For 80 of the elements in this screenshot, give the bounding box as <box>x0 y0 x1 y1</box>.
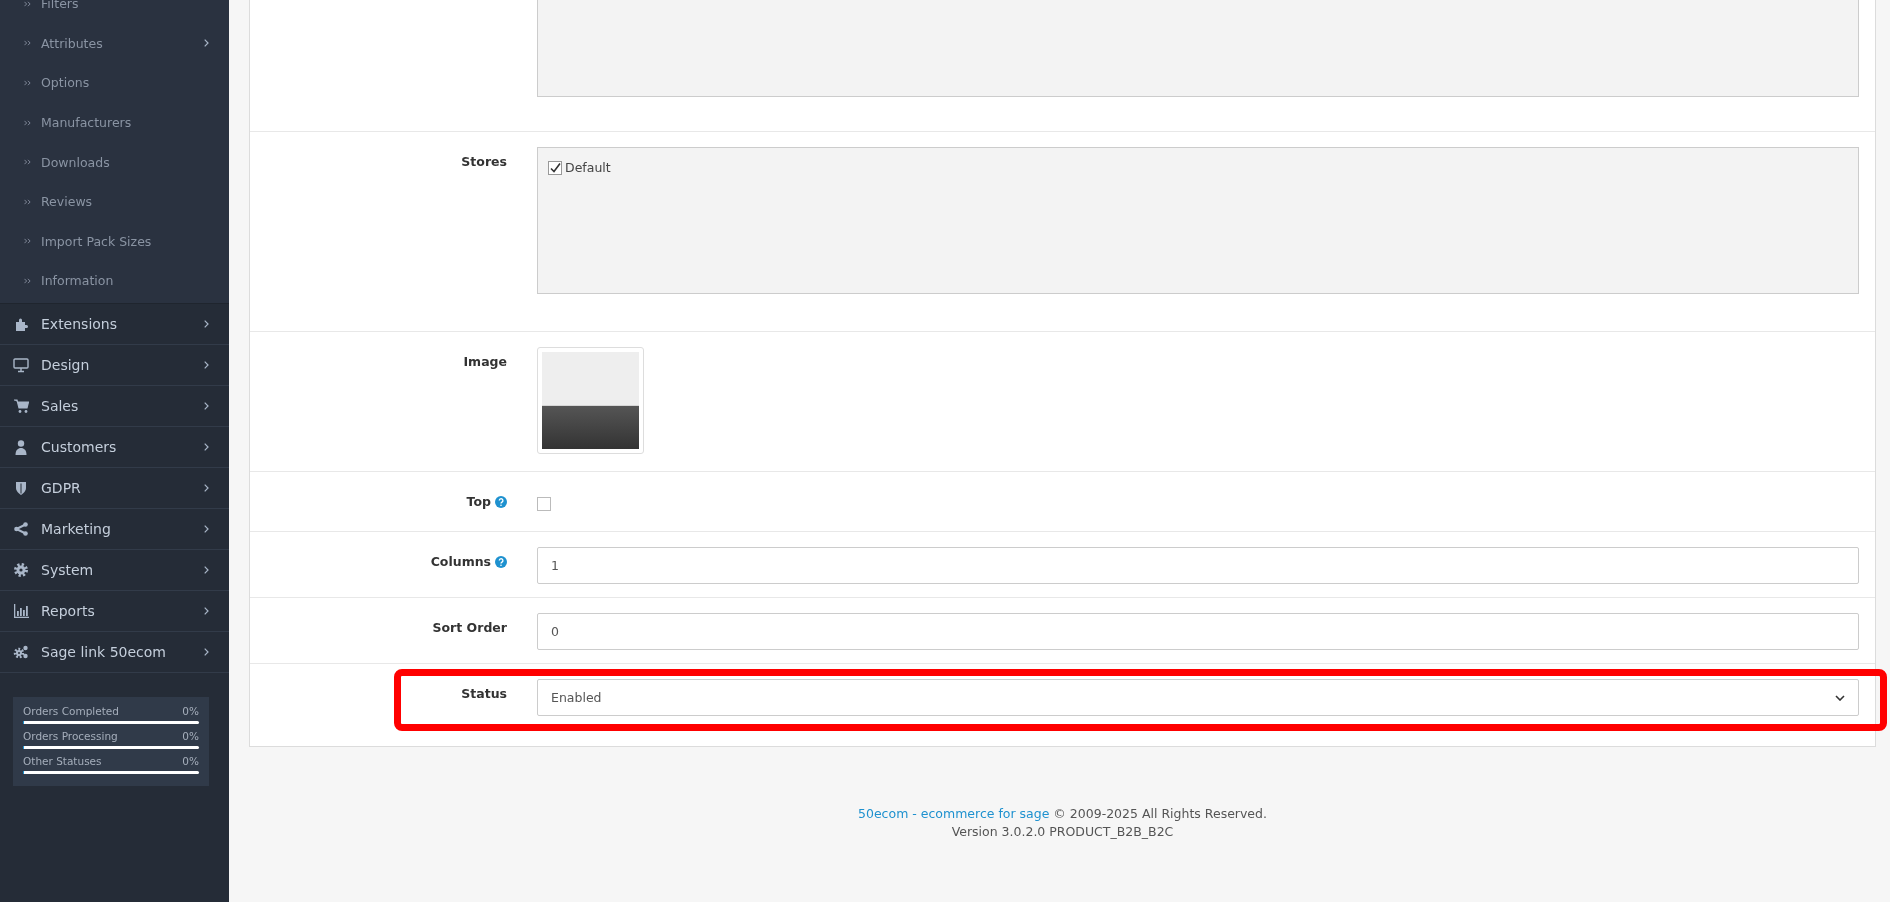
sidebar-subitem-label: Import Pack Sizes <box>41 233 153 249</box>
sidebar-item[interactable]: Customers <box>0 426 229 468</box>
chevron-right-icon <box>204 483 209 492</box>
sidebar-subitem-label: Reviews <box>41 194 94 210</box>
checkbox[interactable] <box>548 160 562 175</box>
double-chevron-icon <box>24 0 31 7</box>
input-field[interactable]: 1 <box>537 547 1859 584</box>
chevron-right-icon <box>204 360 209 369</box>
user-icon <box>13 438 29 455</box>
stat-label: Orders Completed <box>23 704 119 717</box>
caret-icon <box>1835 694 1845 701</box>
sidebar-item[interactable]: Sage link 50ecom <box>0 631 229 673</box>
gears-icon <box>13 643 29 660</box>
sidebar-item-label: Design <box>41 356 91 373</box>
chevron-right-icon <box>204 524 209 533</box>
sidebar-item[interactable]: GDPR <box>0 467 229 509</box>
sidebar-item[interactable]: Marketing <box>0 508 229 550</box>
sidebar-subitem-label: Options <box>41 75 91 91</box>
stat-percent: 0% <box>182 704 199 717</box>
field-label: Sort Order <box>432 620 507 635</box>
help-icon[interactable] <box>495 496 507 508</box>
sidebar-item-label: Reports <box>41 602 96 619</box>
stat-percent: 0% <box>182 729 199 742</box>
sidebar-subitem[interactable]: Options <box>0 63 229 103</box>
sidebar-subitem[interactable]: Import Pack Sizes <box>0 221 229 262</box>
double-chevron-icon <box>24 40 31 47</box>
stat-label: Orders Processing <box>23 729 118 742</box>
share-icon <box>13 520 29 537</box>
sidebar-item-label: Extensions <box>41 315 119 332</box>
double-chevron-icon <box>24 159 31 166</box>
field-label: Status <box>461 686 507 701</box>
sidebar-subitem-label: Manufacturers <box>41 115 133 131</box>
sidebar-item[interactable]: Extensions <box>0 303 229 345</box>
sidebar-subitem[interactable]: Manufacturers <box>0 102 229 143</box>
version-text: Version 3.0.2.0 PRODUCT_B2B_B2C <box>950 823 1175 841</box>
copyright-text: © 2009-2025 All Rights Reserved. <box>1052 806 1267 821</box>
cart-icon <box>13 397 29 414</box>
shield-icon <box>13 479 29 496</box>
checkbox[interactable] <box>537 497 551 511</box>
stat-label: Other Statuses <box>23 754 102 767</box>
double-chevron-icon <box>24 80 31 86</box>
chevron-right-icon <box>204 565 209 574</box>
sidebar-subitem[interactable]: Downloads <box>0 142 229 182</box>
sidebar-item[interactable]: System <box>0 549 229 591</box>
sidebar-item[interactable]: Sales <box>0 385 229 427</box>
monitor-icon <box>13 356 29 373</box>
sidebar-item[interactable]: Reports <box>0 590 229 632</box>
chevron-right-icon <box>204 606 209 615</box>
settings-icon <box>13 561 29 578</box>
input-field[interactable]: 0 <box>537 613 1859 650</box>
double-chevron-icon <box>24 119 31 126</box>
field-label: Columns <box>430 554 491 569</box>
stat-percent: 0% <box>182 754 199 767</box>
chevron-right-icon <box>204 319 209 328</box>
double-chevron-icon <box>24 198 31 205</box>
bar-chart-icon <box>13 602 29 619</box>
sidebar-item-label: System <box>41 561 95 578</box>
field-label: Image <box>463 354 507 369</box>
double-chevron-icon <box>24 238 31 245</box>
chevron-right-icon <box>204 647 209 656</box>
sidebar-subitem-label: Downloads <box>41 154 111 170</box>
select-dropdown[interactable]: Enabled <box>537 679 1859 716</box>
chevron-right-icon <box>204 401 209 410</box>
field-label: Stores <box>461 154 507 169</box>
field-label: Top <box>466 494 491 509</box>
sidebar-subitem-label: Information <box>41 273 115 289</box>
sidebar-item-label: GDPR <box>41 479 82 496</box>
double-chevron-icon <box>24 277 31 284</box>
chevron-right-icon <box>204 442 209 451</box>
sidebar-item[interactable]: Design <box>0 344 229 386</box>
sidebar-item-label: Sales <box>41 397 80 414</box>
sidebar-item-label: Customers <box>41 438 118 455</box>
sidebar-subitem-label: Attributes <box>41 35 104 51</box>
help-icon[interactable] <box>495 556 507 568</box>
sidebar-subitem[interactable]: Reviews <box>0 181 229 222</box>
checkbox-label: Default <box>565 160 611 175</box>
sidebar-subitem[interactable]: Information <box>0 261 229 301</box>
sidebar-item-label: Marketing <box>41 520 112 537</box>
sidebar-item-label: Sage link 50ecom <box>41 643 167 660</box>
sidebar-subitem[interactable]: Attributes <box>0 23 229 64</box>
